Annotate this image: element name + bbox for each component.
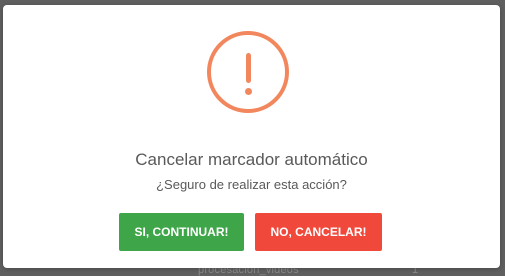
exclamation-bar: [245, 53, 251, 83]
cancel-button[interactable]: NO, CANCELAR!: [255, 213, 382, 251]
exclamation-dot: [244, 88, 252, 95]
dialog-title: Cancelar marcador automático: [135, 150, 368, 169]
confirm-button[interactable]: SI, CONTINUAR!: [119, 213, 244, 251]
dialog-message: ¿Seguro de realizar esta acción?: [156, 177, 347, 192]
exclamation-circle-icon: [207, 31, 289, 113]
confirm-dialog: Cancelar marcador automático ¿Seguro de …: [3, 5, 500, 268]
